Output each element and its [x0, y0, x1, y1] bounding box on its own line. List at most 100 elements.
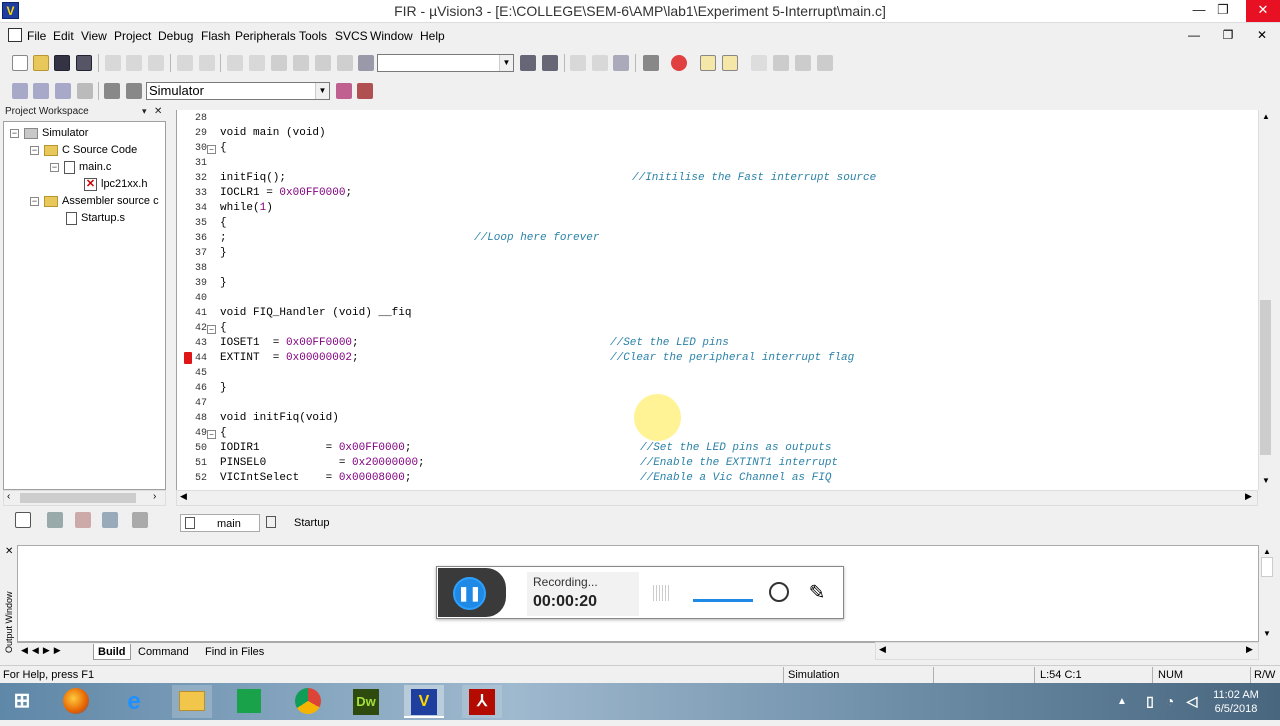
- next-bookmark-icon[interactable]: [293, 55, 309, 71]
- rebuild-icon[interactable]: [55, 83, 71, 99]
- scroll-left-icon[interactable]: ◀: [180, 491, 187, 502]
- code-editor[interactable]: 28 29 30−31 32 33 34 35 36 37 38 39 40 41 42−43 44 45 46…: [176, 110, 1258, 490]
- scroll-left-icon[interactable]: ‹: [7, 491, 10, 502]
- code-line[interactable]: VICIntSelect = 0x00008000;: [220, 472, 411, 484]
- webcam-icon[interactable]: [769, 582, 789, 602]
- save-all-icon[interactable]: [76, 55, 92, 71]
- output-toggle-icon[interactable]: [722, 55, 738, 71]
- collapse-icon[interactable]: −: [50, 163, 59, 172]
- workspace-toggle-icon[interactable]: [700, 55, 716, 71]
- output-hscrollbar[interactable]: ◀ ▶: [875, 642, 1259, 660]
- files-tab-icon[interactable]: [15, 512, 31, 528]
- mdi-restore-button[interactable]: ❐: [1218, 27, 1238, 43]
- debug-session-icon[interactable]: [671, 55, 687, 71]
- dreamweaver-icon[interactable]: Dw: [346, 685, 386, 718]
- target-select[interactable]: Simulator ▼: [146, 82, 330, 100]
- scroll-down-icon[interactable]: ▼: [1263, 629, 1271, 638]
- cut-icon[interactable]: [105, 55, 121, 71]
- pin-icon[interactable]: ▾: [142, 106, 147, 117]
- code-line[interactable]: IOSET1 = 0x00FF0000;: [220, 337, 359, 349]
- scroll-thumb[interactable]: [1261, 557, 1273, 577]
- print-icon[interactable]: [643, 55, 659, 71]
- code-line[interactable]: {: [220, 427, 227, 439]
- unindent-icon[interactable]: [249, 55, 265, 71]
- chrome-icon[interactable]: [288, 685, 328, 718]
- translate-icon[interactable]: [12, 83, 28, 99]
- code-line[interactable]: {: [220, 322, 227, 334]
- tree-item-main-c[interactable]: main.c: [64, 159, 111, 176]
- tree-item-startup-s[interactable]: Startup.s: [66, 210, 125, 227]
- components-icon[interactable]: [336, 83, 352, 99]
- code-line[interactable]: PINSEL0 = 0x20000000;: [220, 457, 425, 469]
- tree-item-assembler-source[interactable]: Assembler source c: [44, 193, 159, 210]
- output-close-button[interactable]: ✕: [5, 546, 13, 557]
- redo-icon[interactable]: [199, 55, 215, 71]
- hand-icon[interactable]: [751, 55, 767, 71]
- tree-item-lpc21xx-h[interactable]: ✕ lpc21xx.h: [84, 176, 147, 193]
- code-line[interactable]: ;: [220, 232, 227, 244]
- target-options-icon[interactable]: [126, 83, 142, 99]
- scroll-up-icon[interactable]: ▲: [1262, 112, 1270, 121]
- scroll-left-icon[interactable]: ◀: [879, 644, 886, 655]
- scroll-thumb[interactable]: [20, 493, 136, 503]
- pen-icon[interactable]: ✎: [805, 581, 829, 605]
- workspace-close-button[interactable]: ✕: [154, 106, 162, 117]
- scroll-right-icon[interactable]: ›: [153, 491, 156, 502]
- code-line[interactable]: void main (void): [220, 127, 326, 139]
- code-line[interactable]: EXTINT = 0x00000002;: [220, 352, 359, 364]
- scroll-up-icon[interactable]: ▲: [1263, 547, 1271, 556]
- internet-explorer-icon[interactable]: e: [114, 685, 154, 718]
- network-icon[interactable]: ◔: [1160, 685, 1180, 718]
- code-line[interactable]: {: [220, 217, 227, 229]
- menu-flash[interactable]: Flash: [201, 29, 230, 43]
- minimize-button[interactable]: —: [1186, 0, 1212, 22]
- fold-toggle-icon[interactable]: −: [207, 145, 216, 154]
- incremental-find-icon[interactable]: [542, 55, 558, 71]
- code-line[interactable]: }: [220, 277, 227, 289]
- menu-edit[interactable]: Edit: [53, 29, 74, 43]
- windows-start-icon[interactable]: ⊞: [2, 685, 42, 718]
- clear-bookmarks-icon[interactable]: [337, 55, 353, 71]
- open-folder-icon[interactable]: [33, 55, 49, 71]
- code-line[interactable]: }: [220, 247, 227, 259]
- line-gutter[interactable]: 28 29 30−31 32 33 34 35 36 37 38 39 40 41 42−43 44 45 46…: [177, 110, 219, 490]
- menu-svcs[interactable]: SVCS: [335, 29, 368, 43]
- tab-nav-arrows-icon[interactable]: ◀◀▶▶: [21, 645, 65, 656]
- functions-tab-icon[interactable]: [102, 512, 118, 528]
- scroll-right-icon[interactable]: ▶: [1245, 491, 1252, 502]
- scroll-right-icon[interactable]: ▶: [1246, 644, 1253, 655]
- code-line[interactable]: IODIR1 = 0x00FF0000;: [220, 442, 411, 454]
- paste-icon[interactable]: [148, 55, 164, 71]
- code-line[interactable]: {: [220, 142, 227, 154]
- prev-bookmark-icon[interactable]: [315, 55, 331, 71]
- menu-project[interactable]: Project: [114, 29, 151, 43]
- tab-command[interactable]: Command: [138, 644, 189, 660]
- tab-find-in-files[interactable]: Find in Files: [205, 644, 264, 660]
- books-tab-icon[interactable]: [75, 512, 91, 528]
- collapse-icon[interactable]: −: [30, 146, 39, 155]
- tab-build[interactable]: Build: [93, 644, 131, 660]
- chevron-down-icon[interactable]: ▼: [315, 83, 329, 99]
- books-icon[interactable]: [357, 83, 373, 99]
- forward-arrow-icon[interactable]: [592, 55, 608, 71]
- fold-toggle-icon[interactable]: −: [207, 430, 216, 439]
- taskbar-clock[interactable]: 11:02 AM 6/5/2018: [1206, 688, 1266, 716]
- menu-help[interactable]: Help: [420, 29, 445, 43]
- fold-toggle-icon[interactable]: −: [207, 325, 216, 334]
- menu-peripherals[interactable]: Peripherals: [235, 29, 296, 43]
- pause-button[interactable]: ❚❚: [453, 577, 486, 610]
- menu-debug[interactable]: Debug: [158, 29, 193, 43]
- tab-startup[interactable]: Startup: [264, 514, 344, 532]
- maximize-button[interactable]: ❐: [1210, 0, 1236, 22]
- copy-icon[interactable]: [126, 55, 142, 71]
- editor-scroll-thumb[interactable]: [1260, 300, 1271, 455]
- mdi-close-button[interactable]: ✕: [1252, 27, 1272, 43]
- code-line[interactable]: while(1): [220, 202, 273, 214]
- collapse-icon[interactable]: −: [10, 129, 19, 138]
- close-button[interactable]: ✕: [1246, 0, 1280, 22]
- chevron-down-icon[interactable]: ▼: [499, 55, 513, 71]
- mdi-minimize-button[interactable]: —: [1184, 27, 1204, 43]
- menu-tools[interactable]: Tools: [299, 29, 327, 43]
- tools-icon[interactable]: [795, 55, 811, 71]
- tab-main[interactable]: main: [180, 514, 260, 532]
